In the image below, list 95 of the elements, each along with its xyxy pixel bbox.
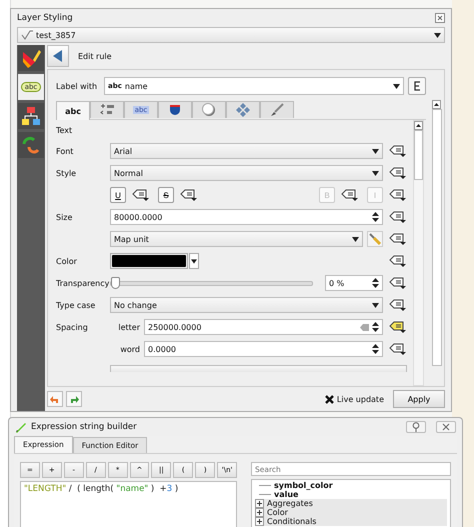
dropdown[interactable]: No change: [110, 297, 383, 313]
dropdown-arrow-icon[interactable]: [352, 236, 359, 242]
dropdown-arrow-icon: [191, 258, 197, 264]
number-field[interactable]: 250000.0000: [144, 319, 383, 335]
override-menu-icon[interactable]: [389, 298, 407, 312]
override-menu-icon[interactable]: [389, 144, 407, 158]
live-update-checkbox[interactable]: [324, 394, 334, 404]
sidebar-tab[interactable]: [18, 45, 44, 71]
settings-tab[interactable]: [260, 101, 294, 118]
field-label: Color: [56, 256, 77, 266]
section-heading: Text: [56, 126, 74, 137]
color-menu-button[interactable]: [189, 253, 199, 269]
tree-item[interactable]: symbol_color: [274, 481, 333, 490]
tree-item[interactable]: value: [274, 490, 298, 499]
dropdown[interactable]: Normal: [110, 165, 383, 181]
scrollbar[interactable]: [413, 120, 424, 386]
scroll-up-icon[interactable]: [414, 121, 423, 130]
dropdown-arrow-icon[interactable]: [393, 84, 400, 88]
formatting-icon: [99, 103, 115, 117]
rendering-icon: [269, 103, 285, 117]
undo-redo-icon: [21, 136, 41, 154]
number-field[interactable]: 0.0000: [144, 341, 383, 357]
number-field[interactable]: 80000.0000: [110, 209, 383, 225]
field-label: Type case: [56, 300, 96, 310]
style-toggle-button[interactable]: S: [158, 187, 174, 203]
close-icon: [442, 423, 450, 431]
override-menu-icon[interactable]: [389, 276, 407, 290]
expand-icon[interactable]: [255, 508, 264, 517]
undo-button[interactable]: [47, 391, 63, 407]
close-icon[interactable]: [435, 13, 445, 23]
override-menu-icon[interactable]: [180, 188, 198, 202]
override-menu-icon[interactable]: [389, 254, 407, 268]
field-label: Spacing: [56, 322, 88, 332]
scrollbar-thumb[interactable]: [414, 130, 423, 180]
spinner-icon[interactable]: [372, 277, 379, 289]
placement-icon: [235, 103, 251, 117]
back-button[interactable]: [47, 45, 69, 67]
override-menu-icon[interactable]: [132, 188, 150, 202]
override-menu-icon[interactable]: [389, 232, 407, 246]
close-button[interactable]: [436, 421, 456, 433]
expand-icon[interactable]: [255, 517, 264, 526]
redo-icon: [69, 394, 79, 404]
check-icon: [324, 394, 334, 404]
override-menu-icon[interactable]: [389, 166, 407, 180]
style-toggle-button[interactable]: U: [110, 187, 126, 203]
expand-icon[interactable]: [255, 499, 264, 508]
label-with-label: Label with: [56, 82, 98, 90]
override-menu-icon[interactable]: [389, 342, 407, 356]
field-sublabel: letter: [117, 322, 140, 332]
expression-icon: [412, 80, 422, 92]
layer-dropdown[interactable]: test_3857: [17, 27, 445, 43]
settings-tab[interactable]: [158, 101, 192, 118]
slider-handle[interactable]: [111, 276, 120, 288]
redo-button[interactable]: [66, 391, 82, 407]
help-icon: [412, 422, 420, 432]
apply-button[interactable]: Apply: [393, 390, 445, 408]
settings-tab[interactable]: [90, 101, 124, 118]
settings-tab[interactable]: [226, 101, 260, 118]
spinner-icon[interactable]: [372, 211, 379, 223]
unit-dropdown[interactable]: Map unit: [110, 231, 363, 247]
sidebar-tab[interactable]: [18, 103, 44, 129]
spinner-icon[interactable]: [372, 321, 379, 333]
back-arrow-icon: [53, 50, 63, 62]
field-label: Font: [56, 146, 74, 156]
help-button[interactable]: [406, 421, 426, 433]
scale-button[interactable]: [367, 231, 383, 247]
settings-tab[interactable]: [192, 101, 226, 118]
wand-icon: [369, 233, 381, 245]
brush-icon: [21, 48, 41, 68]
field-label: Size: [56, 212, 72, 222]
expression-editor[interactable]: "LENGTH" / ( length( "name" ) +3 ): [20, 481, 237, 527]
shadow-icon: [201, 103, 217, 117]
field-label: Style: [56, 168, 76, 178]
expression-button[interactable]: [408, 77, 426, 95]
dropdown[interactable]: Arial: [110, 143, 383, 159]
dropdown-arrow-icon[interactable]: [372, 148, 379, 154]
override-menu-icon[interactable]: [389, 210, 407, 224]
scroll-up-icon[interactable]: [432, 100, 441, 109]
field-sublabel: word: [119, 344, 140, 354]
dropdown-arrow-icon[interactable]: [434, 32, 441, 38]
spinner-icon[interactable]: [372, 343, 379, 355]
override-menu-icon[interactable]: [389, 320, 407, 334]
number-field[interactable]: 0 %: [325, 275, 383, 291]
dropdown-arrow-icon[interactable]: [372, 170, 379, 176]
field-label: Transparency: [56, 278, 110, 288]
dropdown-arrow-icon[interactable]: [372, 302, 379, 308]
settings-tab[interactable]: abc: [56, 101, 90, 120]
window-title: Layer Styling: [17, 13, 73, 23]
edit-rule-label: Edit rule: [78, 52, 112, 60]
tree-item[interactable]: Color: [267, 508, 288, 517]
diagram-icon: [21, 106, 41, 126]
undo-icon: [50, 394, 60, 404]
pencil-icon: [15, 421, 27, 433]
window-title: Expression string builder: [31, 422, 137, 432]
live-update-label: Live update: [336, 394, 384, 404]
